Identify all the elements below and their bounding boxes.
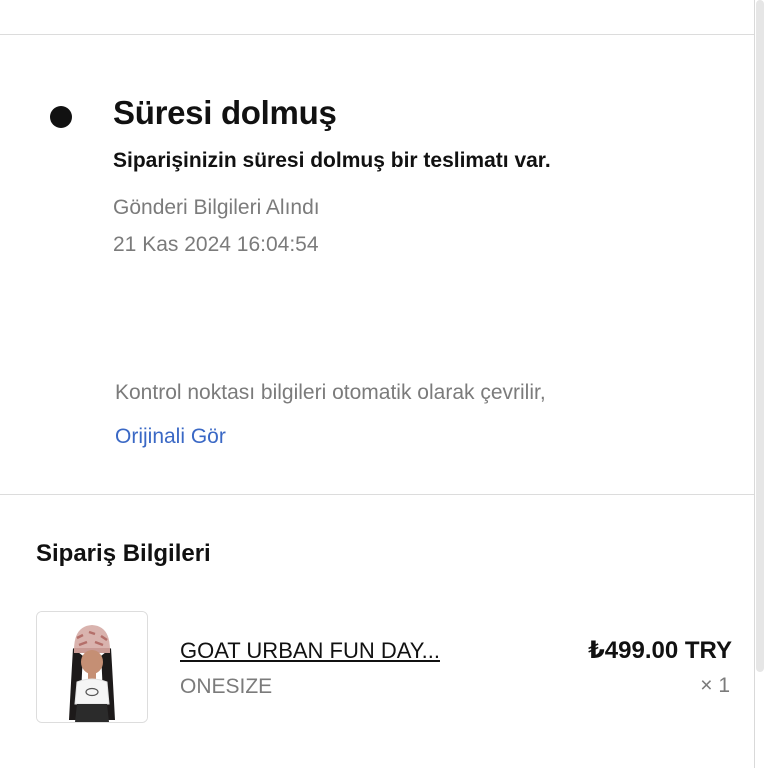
scrollbar-thumb[interactable]: [756, 0, 764, 672]
product-quantity: × 1: [700, 674, 730, 697]
top-divider: [0, 34, 754, 35]
tracking-event-time: 21 Kas 2024 16:04:54: [113, 233, 319, 256]
section-divider: [0, 494, 754, 495]
status-title: Süresi dolmuş: [113, 94, 337, 131]
product-thumbnail[interactable]: [36, 611, 148, 723]
tracking-event-label: Gönderi Bilgileri Alındı: [113, 196, 320, 219]
show-original-link[interactable]: Orijinali Gör: [115, 425, 226, 449]
product-variant: ONESIZE: [180, 675, 273, 698]
order-info-title: Sipariş Bilgileri: [36, 540, 211, 567]
product-price: ₺499.00 TRY: [588, 637, 732, 664]
product-photo-icon: [37, 612, 147, 722]
status-description: Siparişinizin süresi dolmuş bir teslimat…: [113, 149, 551, 172]
status-dot-icon: [50, 106, 72, 128]
product-name-link[interactable]: GOAT URBAN FUN DAY...: [180, 638, 500, 664]
translation-note: Kontrol noktası bilgileri otomatik olara…: [115, 381, 546, 404]
